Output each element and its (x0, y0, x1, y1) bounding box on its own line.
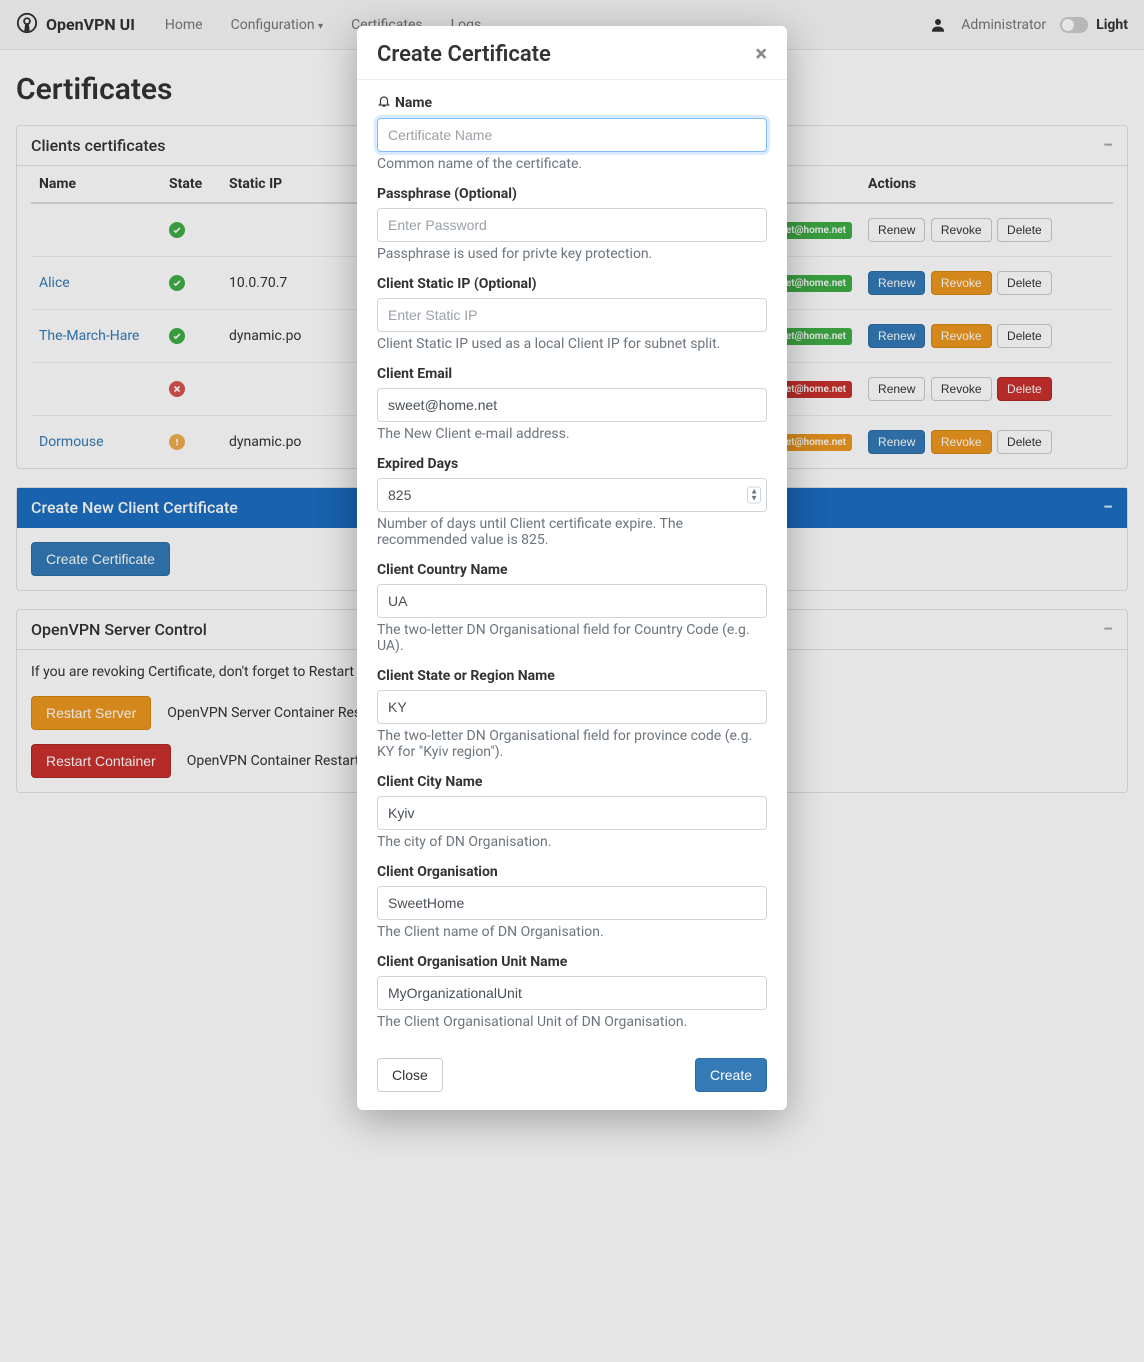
ou-input[interactable] (377, 976, 767, 1010)
expired-input[interactable] (377, 478, 767, 512)
passphrase-input[interactable] (377, 208, 767, 242)
city-input[interactable] (377, 796, 767, 830)
state-help: The two-letter DN Organisational field f… (377, 728, 767, 760)
expired-label: Expired Days (377, 456, 767, 472)
name-help: Common name of the certificate. (377, 156, 767, 172)
number-stepper[interactable]: ▲▼ (747, 487, 761, 504)
email-help: The New Client e-mail address. (377, 426, 767, 442)
passphrase-help: Passphrase is used for privte key protec… (377, 246, 767, 262)
bell-icon (377, 94, 391, 112)
country-input[interactable] (377, 584, 767, 618)
modal-title: Create Certificate (377, 42, 551, 67)
staticip-label: Client Static IP (Optional) (377, 276, 767, 292)
step-down-icon[interactable]: ▼ (750, 496, 758, 502)
email-label: Client Email (377, 366, 767, 382)
modal-create-button[interactable]: Create (695, 1058, 767, 1092)
name-label: Name (395, 95, 432, 111)
expired-help: Number of days until Client certificate … (377, 516, 767, 548)
org-input[interactable] (377, 886, 767, 920)
state-input[interactable] (377, 690, 767, 724)
modal-close-button[interactable]: Close (377, 1058, 443, 1092)
org-help: The Client name of DN Organisation. (377, 924, 767, 940)
create-certificate-modal: Create Certificate × Name Common name of… (357, 26, 787, 1110)
city-label: Client City Name (377, 774, 767, 790)
close-icon[interactable]: × (755, 44, 767, 66)
passphrase-label: Passphrase (Optional) (377, 186, 767, 202)
state-label: Client State or Region Name (377, 668, 767, 684)
email-input[interactable] (377, 388, 767, 422)
staticip-help: Client Static IP used as a local Client … (377, 336, 767, 352)
city-help: The city of DN Organisation. (377, 834, 767, 850)
ou-label: Client Organisation Unit Name (377, 954, 767, 970)
ou-help: The Client Organisational Unit of DN Org… (377, 1014, 767, 1030)
country-label: Client Country Name (377, 562, 767, 578)
org-label: Client Organisation (377, 864, 767, 880)
staticip-input[interactable] (377, 298, 767, 332)
country-help: The two-letter DN Organisational field f… (377, 622, 767, 654)
name-input[interactable] (377, 118, 767, 152)
